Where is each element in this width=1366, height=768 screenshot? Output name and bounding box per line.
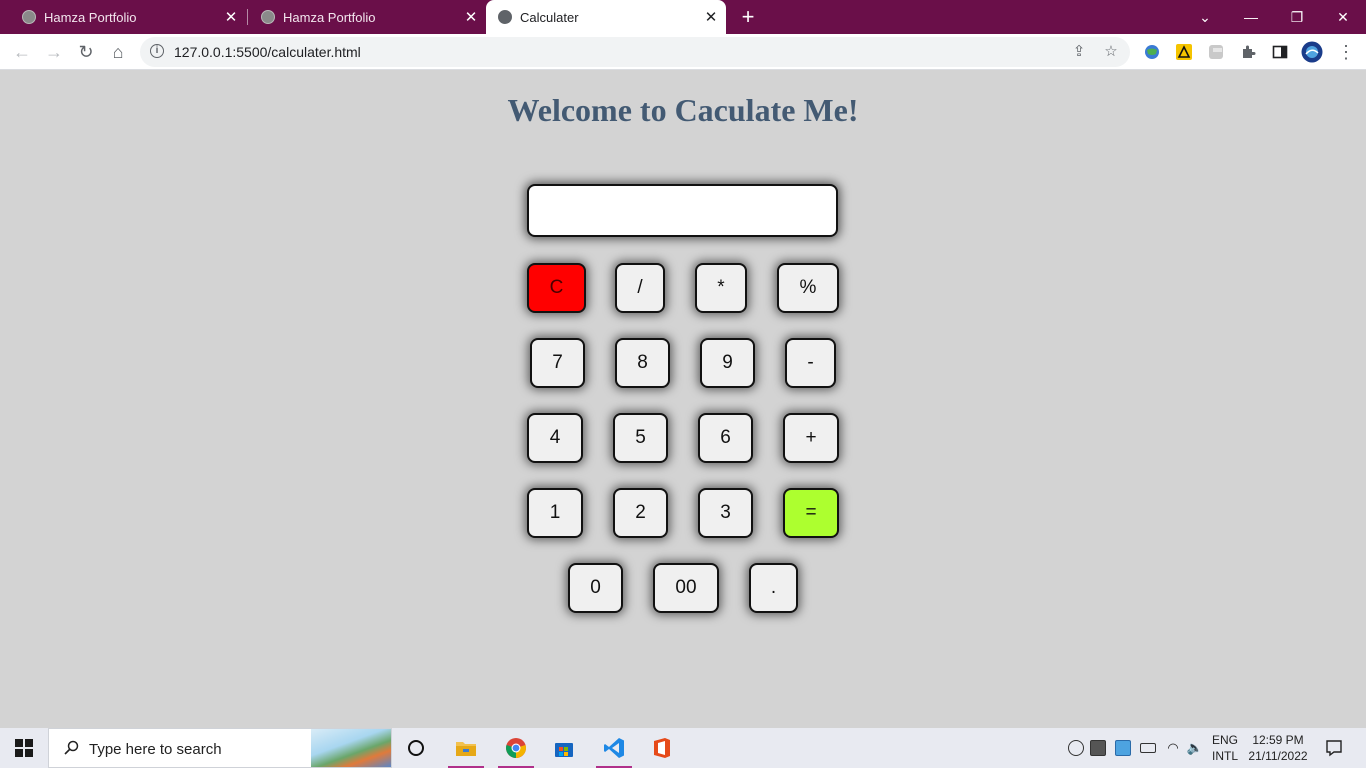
- percent-button[interactable]: %: [777, 263, 839, 313]
- windows-taskbar: Type here to search ◠ 🔈 ENG INTL 12:59 P…: [0, 728, 1366, 768]
- digit-7-button[interactable]: 7: [530, 338, 585, 388]
- digit-3-button[interactable]: 3: [698, 488, 753, 538]
- reload-icon[interactable]: ↻: [72, 38, 100, 66]
- app-tray-icon[interactable]: [1115, 740, 1131, 756]
- extension-globe-icon[interactable]: [1143, 43, 1161, 61]
- page-content: Welcome to Caculate Me! C / * % 7 8 9 - …: [0, 70, 1366, 728]
- tab-search-button[interactable]: ⌄: [1182, 0, 1228, 34]
- digit-4-button[interactable]: 4: [527, 413, 583, 463]
- browser-tab-1[interactable]: Hamza Portfolio ✕: [0, 0, 246, 34]
- bookmark-star-icon[interactable]: ☆: [1102, 43, 1120, 61]
- browser-tab-strip: Hamza Portfolio ✕ Hamza Portfolio ✕ Calc…: [0, 0, 1366, 34]
- meet-now-icon[interactable]: [1068, 740, 1084, 756]
- volume-icon[interactable]: 🔈: [1185, 728, 1205, 768]
- browser-tab-2[interactable]: Hamza Portfolio ✕: [239, 0, 486, 34]
- keyboard-layout: INTL: [1212, 749, 1239, 763]
- minimize-button[interactable]: —: [1228, 0, 1274, 34]
- system-clock[interactable]: 12:59 PM 21/11/2022: [1244, 732, 1312, 764]
- vscode-taskbar-item[interactable]: [590, 728, 638, 768]
- calculator-display[interactable]: [527, 184, 838, 237]
- back-arrow-icon[interactable]: ←: [8, 38, 36, 66]
- extension-gray-icon[interactable]: [1207, 43, 1225, 61]
- cortana-circle-icon: [408, 740, 424, 756]
- notification-icon: [1326, 740, 1342, 757]
- equals-button[interactable]: =: [783, 488, 839, 538]
- office-icon: [654, 738, 670, 758]
- multiply-button[interactable]: *: [695, 263, 747, 313]
- file-explorer-taskbar-item[interactable]: [442, 728, 490, 768]
- share-icon[interactable]: ⇪: [1070, 43, 1088, 61]
- microsoft-store-icon: [555, 743, 573, 757]
- clock-time: 12:59 PM: [1252, 733, 1304, 747]
- taskbar-search-box[interactable]: Type here to search: [48, 728, 392, 768]
- digit-5-button[interactable]: 5: [613, 413, 668, 463]
- language-indicator[interactable]: ENG INTL: [1212, 732, 1240, 764]
- chrome-taskbar-item[interactable]: [492, 728, 540, 768]
- clock-date: 21/11/2022: [1248, 749, 1308, 763]
- battery-icon[interactable]: [1140, 743, 1156, 753]
- more-menu-icon[interactable]: ⋮: [1332, 38, 1360, 66]
- double-zero-button[interactable]: 00: [653, 563, 719, 613]
- site-info-icon[interactable]: i: [150, 44, 164, 58]
- display-icon[interactable]: [1090, 740, 1106, 756]
- globe-icon: [498, 10, 512, 24]
- close-tab-icon[interactable]: ✕: [462, 8, 480, 26]
- folder-icon: [456, 742, 476, 756]
- office-taskbar-item[interactable]: [638, 728, 686, 768]
- tab-title: Hamza Portfolio: [283, 9, 376, 25]
- page-title: Welcome to Caculate Me!: [507, 92, 859, 128]
- divide-button[interactable]: /: [615, 263, 665, 313]
- cortana-button[interactable]: [392, 728, 440, 768]
- digit-2-button[interactable]: 2: [613, 488, 668, 538]
- search-icon: [64, 740, 79, 755]
- wifi-icon[interactable]: ◠: [1163, 728, 1183, 768]
- extensions-puzzle-icon[interactable]: [1239, 43, 1257, 61]
- address-bar[interactable]: i 127.0.0.1:5500/calculater.html ⇪ ☆: [140, 37, 1130, 67]
- side-panel-icon[interactable]: [1271, 43, 1289, 61]
- language-code: ENG: [1212, 733, 1239, 747]
- tab-title: Hamza Portfolio: [44, 9, 137, 25]
- close-window-button[interactable]: ✕: [1320, 0, 1366, 34]
- globe-icon: [22, 10, 36, 24]
- extension-warning-icon[interactable]: [1175, 43, 1193, 61]
- tab-title: Calculater: [520, 9, 579, 25]
- store-taskbar-item[interactable]: [540, 728, 588, 768]
- digit-6-button[interactable]: 6: [698, 413, 753, 463]
- digit-1-button[interactable]: 1: [527, 488, 583, 538]
- subtract-button[interactable]: -: [785, 338, 836, 388]
- browser-tab-active[interactable]: Calculater ✕: [486, 0, 726, 34]
- decimal-button[interactable]: .: [749, 563, 798, 613]
- windows-logo-icon: [15, 739, 33, 757]
- start-button[interactable]: [0, 728, 48, 768]
- close-tab-icon[interactable]: ✕: [702, 8, 720, 26]
- restore-button[interactable]: ❐: [1274, 0, 1320, 34]
- digit-9-button[interactable]: 9: [700, 338, 755, 388]
- search-placeholder: Type here to search: [89, 741, 222, 758]
- add-button[interactable]: +: [783, 413, 839, 463]
- digit-8-button[interactable]: 8: [615, 338, 670, 388]
- browser-toolbar: ← → ↻ ⌂ i 127.0.0.1:5500/calculater.html…: [0, 34, 1366, 70]
- forward-arrow-icon[interactable]: →: [40, 38, 68, 66]
- profile-avatar[interactable]: [1300, 40, 1324, 64]
- vscode-icon: [604, 738, 624, 758]
- search-highlight-image: [311, 729, 391, 767]
- digit-0-button[interactable]: 0: [568, 563, 623, 613]
- notification-center-button[interactable]: [1320, 728, 1348, 768]
- home-icon[interactable]: ⌂: [104, 38, 132, 66]
- new-tab-button[interactable]: +: [736, 4, 760, 30]
- clear-button[interactable]: C: [527, 263, 586, 313]
- globe-icon: [261, 10, 275, 24]
- close-tab-icon[interactable]: ✕: [222, 8, 240, 26]
- chrome-icon: [506, 738, 526, 758]
- url-text[interactable]: 127.0.0.1:5500/calculater.html: [174, 44, 361, 60]
